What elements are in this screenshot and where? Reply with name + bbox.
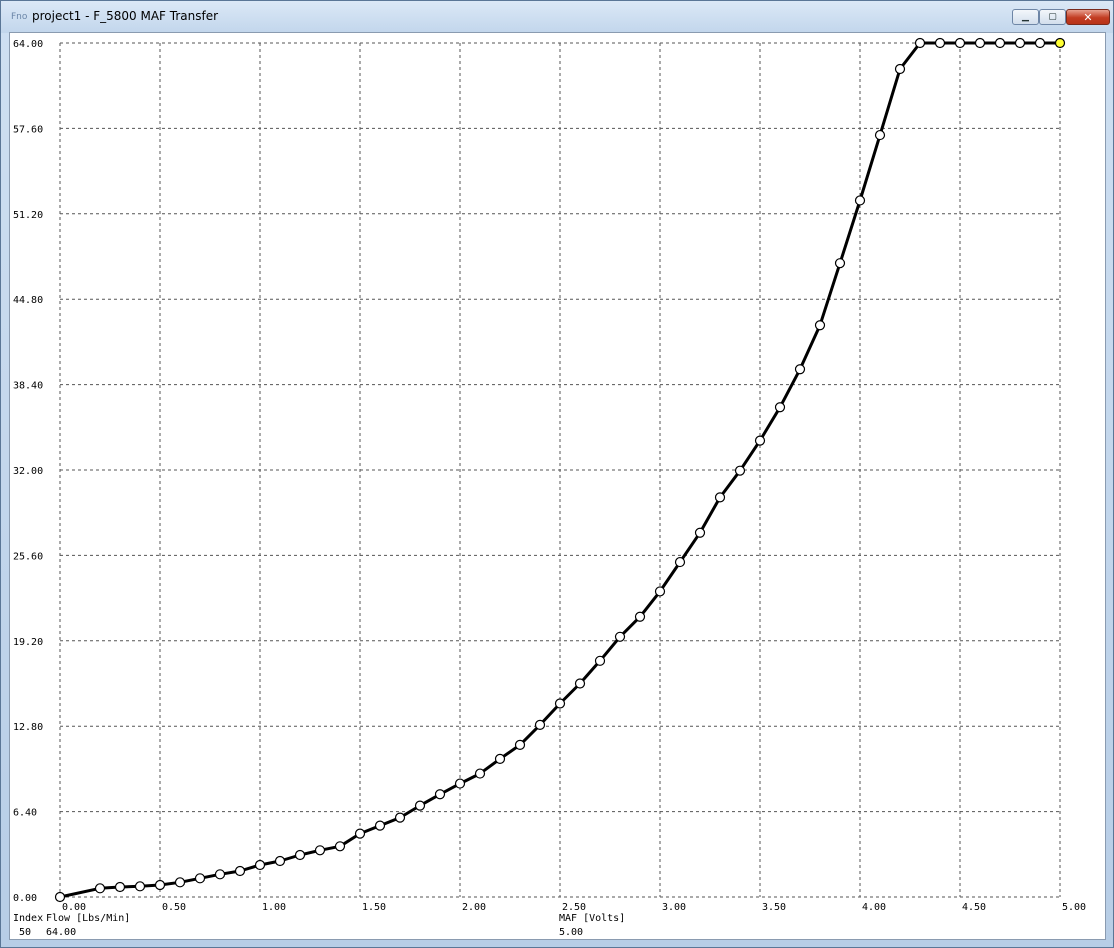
data-point[interactable]	[174, 877, 186, 888]
data-point[interactable]	[114, 881, 126, 893]
data-point[interactable]	[714, 492, 726, 503]
y-tick-label: 25.60	[13, 551, 43, 562]
data-point[interactable]	[394, 812, 406, 823]
data-point[interactable]	[494, 753, 506, 764]
chart-area: 0.00 0.50 1.00 1.50 2.00 2.50 3.00 3.50 4.00 4.50…	[9, 32, 1106, 940]
title-bar[interactable]: Fno project1 - F_5800 MAF Transfer ▁ ▢ ✕	[1, 1, 1113, 33]
data-point[interactable]	[454, 778, 466, 789]
data-point[interactable]	[254, 859, 266, 871]
x-tick-label: 2.00	[462, 902, 486, 913]
minimize-button[interactable]: ▁	[1012, 9, 1039, 25]
data-point[interactable]	[1034, 37, 1046, 49]
data-point[interactable]	[834, 258, 846, 269]
data-point[interactable]	[94, 883, 106, 894]
data-point[interactable]	[554, 698, 566, 709]
x-tick-label: 0.00	[62, 902, 86, 913]
data-point[interactable]	[474, 768, 486, 779]
x-tick-label: 5.00	[1062, 902, 1086, 913]
data-point[interactable]	[614, 631, 626, 642]
app-window: Fno project1 - F_5800 MAF Transfer ▁ ▢ ✕…	[0, 0, 1114, 948]
y-tick-label: 0.00	[13, 893, 37, 904]
x-tick-label: 3.00	[662, 902, 686, 913]
x-axis-label: MAF [Volts]	[559, 913, 625, 924]
y-tick-label: 6.40	[13, 808, 37, 819]
data-point[interactable]	[954, 37, 966, 49]
data-point[interactable]	[594, 655, 606, 666]
data-point[interactable]	[314, 845, 326, 856]
minimize-icon: ▁	[1022, 11, 1029, 22]
y-tick-label: 19.20	[13, 637, 43, 648]
data-point[interactable]	[854, 195, 866, 206]
data-point[interactable]	[514, 739, 526, 750]
data-point[interactable]	[794, 364, 806, 375]
data-point[interactable]	[934, 37, 946, 49]
data-point[interactable]	[334, 841, 346, 852]
data-point[interactable]	[894, 63, 906, 75]
data-point[interactable]	[574, 678, 586, 689]
data-point[interactable]	[434, 789, 446, 800]
data-point[interactable]	[374, 820, 386, 831]
data-point[interactable]	[654, 586, 666, 597]
data-point[interactable]	[194, 873, 206, 884]
x-tick-label: 1.00	[262, 902, 286, 913]
close-button[interactable]: ✕	[1066, 9, 1110, 25]
close-icon: ✕	[1083, 10, 1093, 24]
y-tick-label: 32.00	[13, 466, 43, 477]
y-tick-label: 12.80	[13, 722, 43, 733]
app-icon: Fno	[11, 12, 28, 22]
maximize-icon: ▢	[1048, 11, 1057, 22]
x-tick-label: 0.50	[162, 902, 186, 913]
data-point[interactable]	[634, 611, 646, 622]
x-tick-label: 2.50	[562, 902, 586, 913]
data-point[interactable]	[54, 891, 66, 903]
data-point[interactable]	[534, 719, 546, 730]
selected-data-point[interactable]	[1054, 37, 1066, 49]
data-point[interactable]	[774, 402, 786, 413]
index-label: Index	[13, 913, 43, 924]
y-tick-label: 44.80	[13, 295, 43, 306]
data-point[interactable]	[274, 855, 286, 867]
data-point[interactable]	[674, 556, 686, 568]
y-tick-label: 64.00	[13, 39, 43, 50]
data-point[interactable]	[754, 435, 766, 446]
y-tick-labels: 0.00 6.40 12.80 19.20 25.60 32.00 38.40 44.80 51…	[13, 39, 43, 904]
data-point[interactable]	[734, 465, 746, 476]
x-value-readout: 5.00	[559, 927, 583, 938]
grid-lines	[59, 42, 1061, 898]
x-tick-label: 1.50	[362, 902, 386, 913]
y-axis-label: Flow [Lbs/Min]	[46, 913, 130, 924]
x-tick-labels: 0.00 0.50 1.00 1.50 2.00 2.50 3.00 3.50 4.00 4.50…	[62, 902, 1086, 913]
data-point[interactable]	[134, 881, 146, 892]
data-point[interactable]	[814, 320, 826, 331]
data-point[interactable]	[994, 37, 1006, 49]
y-tick-label: 38.40	[13, 381, 43, 392]
maf-transfer-chart[interactable]: 0.00 0.50 1.00 1.50 2.00 2.50 3.00 3.50 4.00 4.50…	[10, 33, 1105, 939]
data-point[interactable]	[154, 879, 166, 891]
y-value-readout: 64.00	[46, 927, 76, 938]
data-point[interactable]	[294, 849, 306, 861]
y-tick-label: 57.60	[13, 124, 43, 135]
window-title: project1 - F_5800 MAF Transfer	[32, 9, 219, 23]
data-point[interactable]	[354, 828, 366, 839]
data-point[interactable]	[1014, 37, 1026, 49]
maximize-button[interactable]: ▢	[1039, 9, 1066, 25]
data-point[interactable]	[234, 865, 246, 877]
x-tick-label: 4.00	[862, 902, 886, 913]
x-tick-label: 3.50	[762, 902, 786, 913]
data-point[interactable]	[874, 129, 886, 141]
index-value: 50	[19, 927, 31, 938]
data-point[interactable]	[214, 869, 226, 880]
y-tick-label: 51.20	[13, 210, 43, 221]
data-point[interactable]	[914, 37, 926, 49]
data-point[interactable]	[694, 527, 706, 538]
data-point[interactable]	[414, 800, 426, 811]
x-tick-label: 4.50	[962, 902, 986, 913]
data-point[interactable]	[974, 37, 986, 49]
